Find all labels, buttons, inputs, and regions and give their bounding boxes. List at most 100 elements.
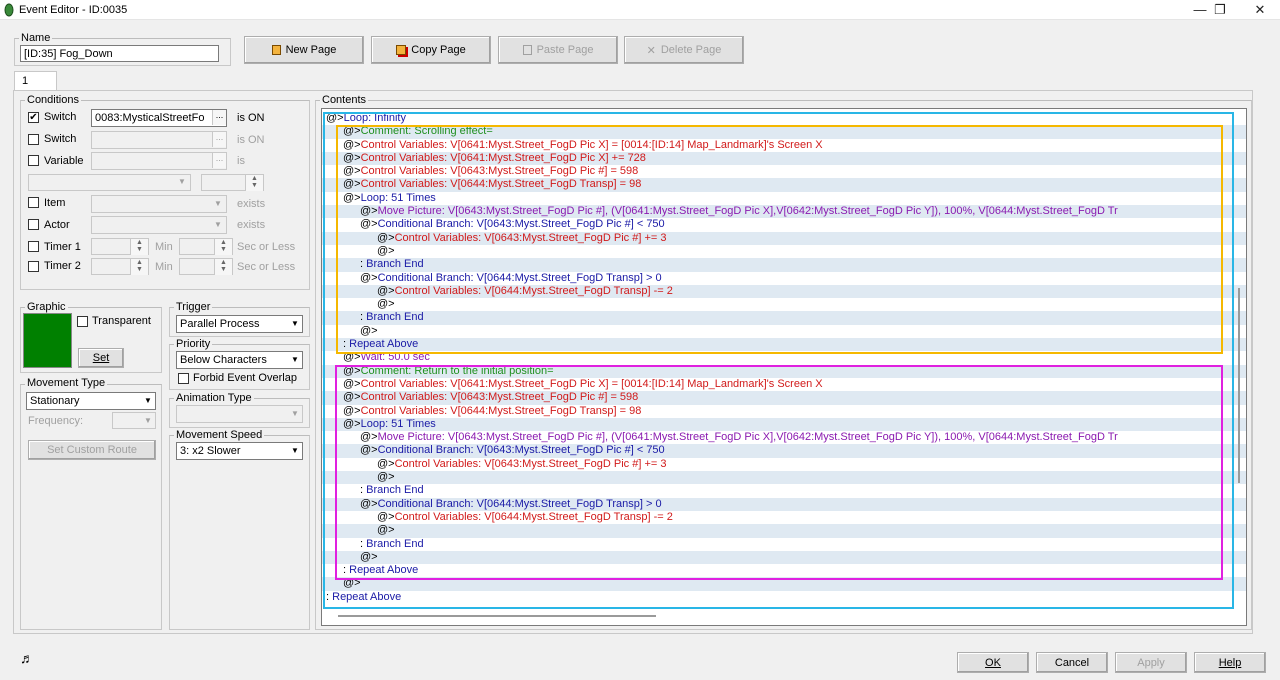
movement-speed-value: 3: x2 Slower <box>180 445 241 457</box>
variable-select[interactable] <box>91 152 227 170</box>
paste-page-button[interactable]: Paste Page <box>498 36 618 64</box>
variable-browse-button[interactable]: ... <box>212 153 226 168</box>
help-label: Help <box>1218 656 1242 669</box>
app-icon <box>4 3 14 17</box>
set-graphic-button[interactable]: Set <box>78 348 124 368</box>
music-icon[interactable]: ♬ <box>20 650 34 666</box>
timer2-label: Timer 2 <box>44 260 81 272</box>
trigger-label: Trigger <box>174 301 213 313</box>
forbid-overlap-checkbox[interactable] <box>178 373 189 384</box>
cancel-label: Cancel <box>1054 656 1090 669</box>
variable-label: Variable <box>44 155 84 167</box>
new-page-button[interactable]: New Page <box>244 36 364 64</box>
actor-checkbox[interactable] <box>28 219 39 230</box>
return-position-highlight <box>335 365 1223 580</box>
set-graphic-label: Set <box>92 352 110 364</box>
trigger-select[interactable]: Parallel Process <box>176 315 303 333</box>
frequency-dropdown-icon: ▼ <box>144 416 152 425</box>
variable-operator-select[interactable] <box>28 174 191 191</box>
apply-label: Apply <box>1137 656 1165 669</box>
priority-label: Priority <box>174 338 213 350</box>
switch2-label: Switch <box>44 133 77 145</box>
title-bar: Event Editor - ID:0035 — ❐ ✕ <box>0 0 1280 20</box>
item-checkbox[interactable] <box>28 197 39 208</box>
switch2-browse-button[interactable]: ... <box>212 132 226 147</box>
movement-speed-dropdown-icon: ▼ <box>291 446 299 455</box>
item-dropdown-icon: ▼ <box>214 199 222 208</box>
timer1-min-spin-icon[interactable]: ▲ ▼ <box>130 239 148 255</box>
movement-speed-select[interactable]: 3: x2 Slower <box>176 442 303 460</box>
actor-suffix: exists <box>237 219 266 231</box>
switch2-checkbox[interactable] <box>28 134 39 145</box>
copy-page-label: Copy Page <box>411 44 466 56</box>
ok-label: OK <box>985 656 1001 669</box>
trigger-dropdown-icon: ▼ <box>291 319 299 328</box>
event-commands-list[interactable]: @>Loop: Infinity @>Comment: Scrolling eff… <box>321 108 1247 626</box>
switch1-label: Switch <box>44 111 77 123</box>
close-button[interactable]: ✕ <box>1240 0 1280 20</box>
transparent-label: Transparent <box>92 315 151 327</box>
help-button[interactable]: Help <box>1194 652 1266 673</box>
switch1-select[interactable]: 0083:MysticalStreetFo <box>91 109 227 127</box>
switch1-checkbox[interactable]: ✔ <box>28 112 39 123</box>
apply-button[interactable]: Apply <box>1115 652 1187 673</box>
new-page-label: New Page <box>285 44 337 56</box>
delete-page-button[interactable]: ✕ Delete Page <box>624 36 744 64</box>
timer2-checkbox[interactable] <box>28 261 39 272</box>
priority-dropdown-icon: ▼ <box>291 355 299 364</box>
frequency-label: Frequency: <box>28 415 84 427</box>
trigger-value: Parallel Process <box>180 318 260 330</box>
ok-button[interactable]: OK <box>957 652 1029 673</box>
variable-suffix: is <box>237 155 245 167</box>
item-label: Item <box>44 197 66 209</box>
set-custom-route-button[interactable]: Set Custom Route <box>28 440 156 460</box>
timer1-checkbox[interactable] <box>28 241 39 252</box>
transparent-checkbox[interactable] <box>77 316 88 327</box>
priority-select[interactable]: Below Characters <box>176 351 303 369</box>
delete-page-icon: ✕ <box>646 44 656 57</box>
switch1-browse-button[interactable]: ... <box>212 110 226 125</box>
movement-type-label: Movement Type <box>25 377 108 389</box>
forbid-overlap-label: Forbid Event Overlap <box>193 372 297 384</box>
tab-page-1-label: 1 <box>22 75 29 87</box>
switch1-suffix: is ON <box>237 112 265 124</box>
window-title: Event Editor - ID:0035 <box>19 4 128 16</box>
paste-page-icon <box>522 45 532 55</box>
movement-type-select[interactable]: Stationary <box>26 392 156 410</box>
switch2-select[interactable] <box>91 131 227 149</box>
movement-speed-group <box>169 435 310 630</box>
paste-page-label: Paste Page <box>536 44 594 56</box>
event-name-input[interactable]: [ID:35] Fog_Down <box>20 45 219 62</box>
timer2-min-label: Min <box>155 261 173 273</box>
movement-type-value: Stationary <box>30 395 80 407</box>
variable-checkbox[interactable] <box>28 155 39 166</box>
actor-select[interactable] <box>91 216 227 234</box>
copy-page-button[interactable]: Copy Page <box>371 36 491 64</box>
movement-speed-label: Movement Speed <box>174 429 265 441</box>
item-suffix: exists <box>237 198 266 210</box>
movement-type-dropdown-icon: ▼ <box>144 396 152 405</box>
switch2-suffix: is ON <box>237 134 265 146</box>
scrolling-effect-highlight <box>336 125 1223 354</box>
timer2-min-spin-icon[interactable]: ▲ ▼ <box>130 259 148 275</box>
tab-page-1[interactable]: 1 <box>14 71 57 91</box>
horizontal-scrollbar[interactable] <box>338 615 656 617</box>
conditions-label: Conditions <box>25 94 81 106</box>
timer1-sec-spin-icon[interactable]: ▲ ▼ <box>214 239 232 255</box>
contents-label: Contents <box>320 94 369 106</box>
item-select[interactable] <box>91 195 227 213</box>
vertical-scrollbar[interactable] <box>1238 288 1240 483</box>
animation-type-select[interactable] <box>176 405 303 423</box>
timer2-sec-spin-icon[interactable]: ▲ ▼ <box>214 259 232 275</box>
restore-button[interactable]: ❐ <box>1200 0 1240 20</box>
graphic-preview[interactable] <box>23 313 72 368</box>
priority-value: Below Characters <box>180 354 267 366</box>
cancel-button[interactable]: Cancel <box>1036 652 1108 673</box>
switch1-value: 0083:MysticalStreetFo <box>95 112 205 124</box>
name-label: Name <box>19 32 53 44</box>
variable-value-spin-icon[interactable]: ▲ ▼ <box>245 175 263 191</box>
set-custom-route-label: Set Custom Route <box>47 444 137 456</box>
variable-operator-dropdown-icon: ▼ <box>178 177 186 186</box>
actor-dropdown-icon: ▼ <box>214 220 222 229</box>
timer1-label: Timer 1 <box>44 241 81 253</box>
